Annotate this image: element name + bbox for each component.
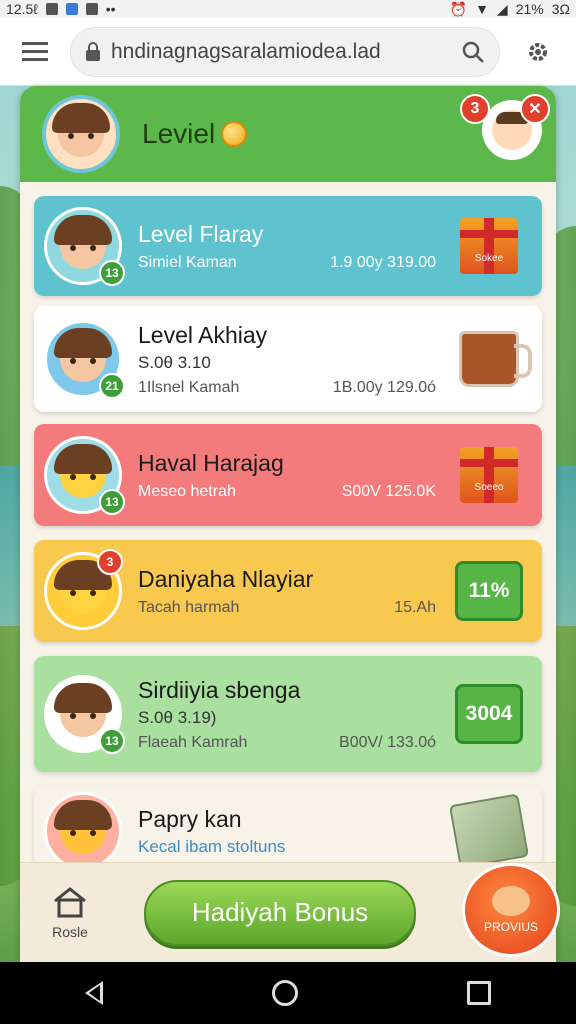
card-right-text: 15.Ah (394, 598, 436, 616)
piggy-bank-icon (492, 886, 530, 916)
avatar-face-icon (52, 103, 110, 157)
reward-value[interactable]: 3004 (454, 679, 524, 749)
card-avatar: 13 (44, 207, 125, 286)
card-left-text: Tacah harmah (138, 598, 240, 616)
card-avatar: 13 (44, 675, 125, 754)
bottom-bar: Rosle Hadiyah Bonus PROVIUS (20, 862, 560, 962)
browser-toolbar: hndinagnagsaralamiodea.lad (0, 18, 576, 86)
value-box: 11% (455, 561, 523, 621)
wifi-icon: ▼ (475, 1, 489, 17)
list-item[interactable]: 13 Haval Harajag Meseo hetrah S00V 125.0… (34, 424, 542, 526)
url-bar[interactable]: hndinagnagsaralamiodea.lad (70, 26, 500, 77)
more-dots-icon: •• (105, 1, 116, 17)
card-subtitle: Kecal ibam stoltuns (138, 836, 286, 856)
gear-icon (529, 42, 547, 61)
sun-face-icon (54, 800, 112, 854)
level-badge: 13 (99, 489, 125, 515)
card-title: Level Flaray (138, 220, 264, 247)
rewards-panel: Leviel 3 ✕ 13 Level Flaray Simiel Kaman … (20, 86, 556, 962)
recent-apps-icon[interactable] (467, 981, 492, 1005)
card-right-text: 1B.00y 129.0ó (332, 378, 436, 396)
url-text: hndinagnagsaralamiodea.lad (111, 39, 381, 63)
alarm-icon: ⏰ (449, 0, 468, 17)
bonus-button[interactable]: Hadiyah Bonus (144, 879, 416, 946)
list-item[interactable]: 13 Sirdiiyia sbenga S.0θ 3.19) Flaeah Ka… (34, 656, 542, 772)
app-notification-icon (45, 3, 58, 15)
home-label: Rosle (52, 923, 88, 940)
list-item[interactable]: 21 Level Akhiay S.0θ 3.10 1Ilsnel Kamah … (34, 306, 542, 412)
notification-badge: 3 (460, 94, 490, 124)
search-icon[interactable] (461, 40, 485, 64)
card-avatar: 21 (44, 320, 125, 399)
card-left-text: Simiel Kaman (138, 253, 237, 271)
bonus-badge-button[interactable]: PROVIUS (462, 863, 560, 957)
reward-value[interactable]: 11% (454, 556, 524, 626)
battery-level: 21% (515, 1, 544, 17)
card-right-text: S00V 125.0K (341, 482, 436, 500)
card-avatar: 3 (44, 549, 123, 630)
money-icon (448, 793, 530, 869)
card-title: Daniyaha Nlayiar (138, 565, 314, 592)
mug-icon (459, 331, 532, 387)
coin-icon (221, 121, 248, 147)
card-left-text: Flaeah Kamrah (138, 733, 248, 751)
reward-gift[interactable]: Soeeo (454, 440, 524, 510)
shield-notification-icon (65, 3, 78, 15)
signal-icon: ◢ (496, 0, 508, 17)
page-title: Leviel (142, 118, 216, 149)
home-circle-icon[interactable] (271, 980, 298, 1006)
menu-icon (22, 41, 48, 61)
lock-icon (86, 41, 100, 61)
count-badge: 3 (97, 549, 123, 575)
home-icon (54, 886, 86, 917)
boy-face-icon (54, 328, 112, 382)
card-avatar (44, 792, 122, 870)
system-nav-bar (0, 962, 576, 1024)
back-icon[interactable] (84, 981, 103, 1005)
value-box: 3004 (455, 684, 523, 744)
card-title: Level Akhiay (138, 321, 268, 348)
level-badge: 13 (99, 260, 125, 286)
status-time: 12.5ℓ (6, 1, 38, 17)
friend-avatar[interactable]: 3 ✕ (460, 94, 550, 160)
card-right-text: 1.9 00y 319.00 (330, 253, 436, 271)
level-badge: 21 (99, 373, 125, 399)
card-left-text: 1Ilsnel Kamah (138, 378, 240, 396)
card-title: Sirdiiyia sbenga (138, 676, 301, 703)
home-button[interactable]: Rosle (20, 886, 120, 940)
gift-box-icon: Sokee (460, 218, 518, 274)
list-item[interactable]: 13 Level Flaray Simiel Kaman 1.9 00y 319… (34, 196, 542, 296)
sim-notification-icon (85, 3, 98, 15)
emoji-face-icon (54, 560, 112, 614)
menu-button[interactable] (0, 18, 70, 86)
card-right-text: B00V/ 133.0ó (339, 733, 436, 751)
level-badge: 13 (99, 728, 125, 754)
settings-button[interactable] (500, 39, 576, 65)
card-avatar: 13 (44, 436, 125, 515)
bonus-badge-label: PROVIUS (483, 920, 538, 934)
status-bar: 12.5ℓ •• ⏰ ▼ ◢ 21% 3Ω (0, 0, 576, 18)
reward-money[interactable] (448, 793, 530, 869)
status-extra: 3Ω (551, 1, 570, 17)
panel-header: Leviel 3 ✕ (20, 86, 556, 182)
reward-mug[interactable] (454, 324, 532, 394)
boy-face-icon (54, 215, 112, 269)
card-subtitle: S.0θ 3.10 (138, 352, 211, 372)
list-item[interactable]: 3 Daniyaha Nlayiar Tacah harmah 15.Ah 11… (34, 540, 542, 642)
card-left-text: Meseo hetrah (138, 482, 236, 500)
card-title: Haval Harajag (138, 449, 284, 476)
girl-face-icon (54, 683, 112, 737)
emoji-face-icon (54, 444, 112, 498)
player-avatar[interactable] (42, 95, 120, 173)
gift-box-icon: Soeeo (460, 447, 518, 503)
reward-gift[interactable]: Sokee (454, 211, 524, 281)
card-subtitle: S.0θ 3.19) (138, 707, 217, 727)
card-title: Papry kan (138, 805, 242, 832)
close-badge-icon[interactable]: ✕ (520, 94, 550, 124)
